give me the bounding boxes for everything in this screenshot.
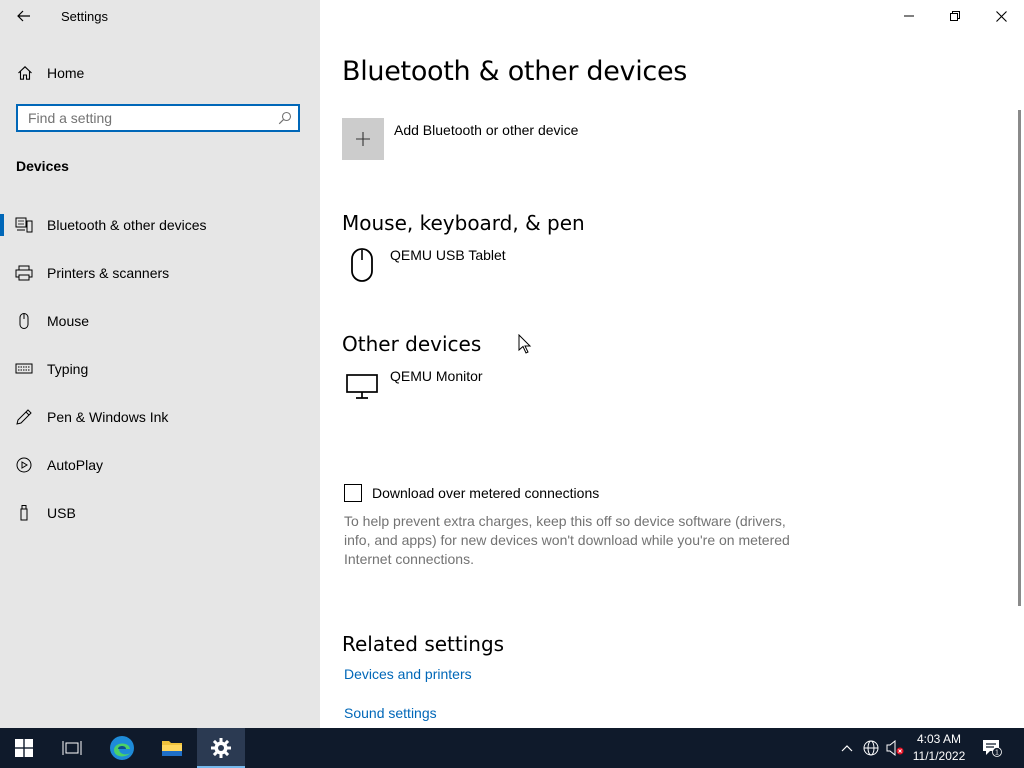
search-input[interactable] (18, 106, 278, 130)
group-title-mouse-keyboard-pen: Mouse, keyboard, & pen (342, 211, 585, 235)
sidebar-item-bluetooth[interactable]: Bluetooth & other devices (0, 205, 320, 245)
monitor-icon (346, 374, 378, 399)
sidebar-item-label: Typing (47, 361, 89, 377)
sidebar-item-label: Mouse (47, 313, 90, 329)
edge-icon (110, 736, 134, 760)
sidebar-item-mouse[interactable]: Mouse (0, 301, 320, 341)
clock-time: 4:03 AM (916, 732, 962, 746)
printer-icon (15, 265, 33, 281)
metered-connections-checkbox[interactable]: Download over metered connections (344, 484, 614, 504)
sidebar-item-label: Bluetooth & other devices (47, 217, 207, 233)
sidebar: Settings Home Devices Bluetooth & other … (0, 0, 320, 728)
page-title: Bluetooth & other devices (342, 56, 688, 87)
volume-button[interactable] (885, 738, 905, 758)
task-view-button[interactable] (48, 728, 96, 768)
show-hidden-icons-button[interactable] (837, 738, 857, 758)
sidebar-item-label: USB (47, 505, 76, 521)
restore-icon (950, 11, 960, 21)
autoplay-icon (16, 457, 32, 473)
edge-button[interactable] (98, 728, 146, 768)
start-icon (15, 739, 33, 757)
clock[interactable]: 4:03 AM 11/1/2022 (908, 731, 970, 765)
section-title: Devices (16, 158, 69, 174)
search-box[interactable] (16, 104, 300, 132)
network-globe-icon (863, 740, 879, 756)
taskbar: 4:03 AM 11/1/2022 1 (0, 728, 1024, 768)
related-settings-title: Related settings (342, 632, 505, 656)
mouse-pointer-icon (518, 334, 532, 354)
clock-date: 11/1/2022 (912, 749, 966, 763)
add-device-tile (342, 118, 384, 160)
add-device-button[interactable]: Add Bluetooth or other device (342, 118, 602, 160)
minimize-icon (904, 15, 914, 17)
sidebar-item-pen[interactable]: Pen & Windows Ink (0, 397, 320, 437)
home-nav-item[interactable]: Home (0, 58, 320, 88)
device-name: QEMU USB Tablet (390, 247, 506, 263)
volume-muted-icon (886, 740, 904, 756)
devices-and-printers-link[interactable]: Devices and printers (344, 666, 472, 682)
close-icon (995, 10, 1007, 22)
close-button[interactable] (978, 0, 1024, 32)
metered-description: To help prevent extra charges, keep this… (344, 513, 790, 567)
plus-icon (356, 132, 370, 146)
bluetooth-devices-icon (15, 217, 33, 233)
usb-icon (20, 505, 28, 521)
settings-taskbar-button[interactable] (197, 728, 245, 768)
keyboard-icon (15, 363, 33, 374)
metered-label: Download over metered connections (372, 485, 600, 501)
mouse-icon (351, 248, 373, 282)
device-qemu-usb-tablet[interactable]: QEMU USB Tablet (342, 247, 642, 295)
app-title: Settings (61, 9, 108, 24)
back-button[interactable] (8, 2, 40, 30)
add-device-label: Add Bluetooth or other device (394, 122, 579, 138)
minimize-button[interactable] (886, 0, 932, 32)
settings-icon (211, 738, 231, 758)
checkbox-box[interactable] (344, 484, 362, 502)
sidebar-item-autoplay[interactable]: AutoPlay (0, 445, 320, 485)
back-arrow-icon (17, 10, 30, 22)
network-button[interactable] (861, 738, 881, 758)
file-explorer-icon (162, 741, 182, 756)
notification-icon: 1 (983, 740, 1002, 757)
pen-icon (16, 409, 32, 425)
sidebar-item-label: AutoPlay (47, 457, 104, 473)
restore-button[interactable] (932, 0, 978, 32)
sidebar-item-printers[interactable]: Printers & scanners (0, 253, 320, 293)
search-icon[interactable] (278, 111, 292, 125)
chevron-up-icon (841, 745, 853, 752)
home-label: Home (47, 65, 85, 81)
home-icon (18, 66, 32, 80)
start-button[interactable] (0, 728, 48, 768)
action-center-button[interactable]: 1 (982, 738, 1002, 758)
sound-settings-link[interactable]: Sound settings (344, 705, 437, 721)
scrollbar[interactable] (1018, 110, 1021, 606)
notification-count: 1 (995, 750, 999, 757)
device-qemu-monitor[interactable]: QEMU Monitor (342, 368, 642, 416)
sidebar-item-usb[interactable]: USB (0, 493, 320, 533)
task-view-icon (62, 741, 82, 755)
group-title-other-devices: Other devices (342, 332, 482, 356)
sidebar-item-typing[interactable]: Typing (0, 349, 320, 389)
file-explorer-button[interactable] (148, 728, 196, 768)
mouse-icon (19, 313, 29, 329)
sidebar-item-label: Pen & Windows Ink (47, 409, 169, 425)
device-name: QEMU Monitor (390, 368, 483, 384)
sidebar-item-label: Printers & scanners (47, 265, 170, 281)
